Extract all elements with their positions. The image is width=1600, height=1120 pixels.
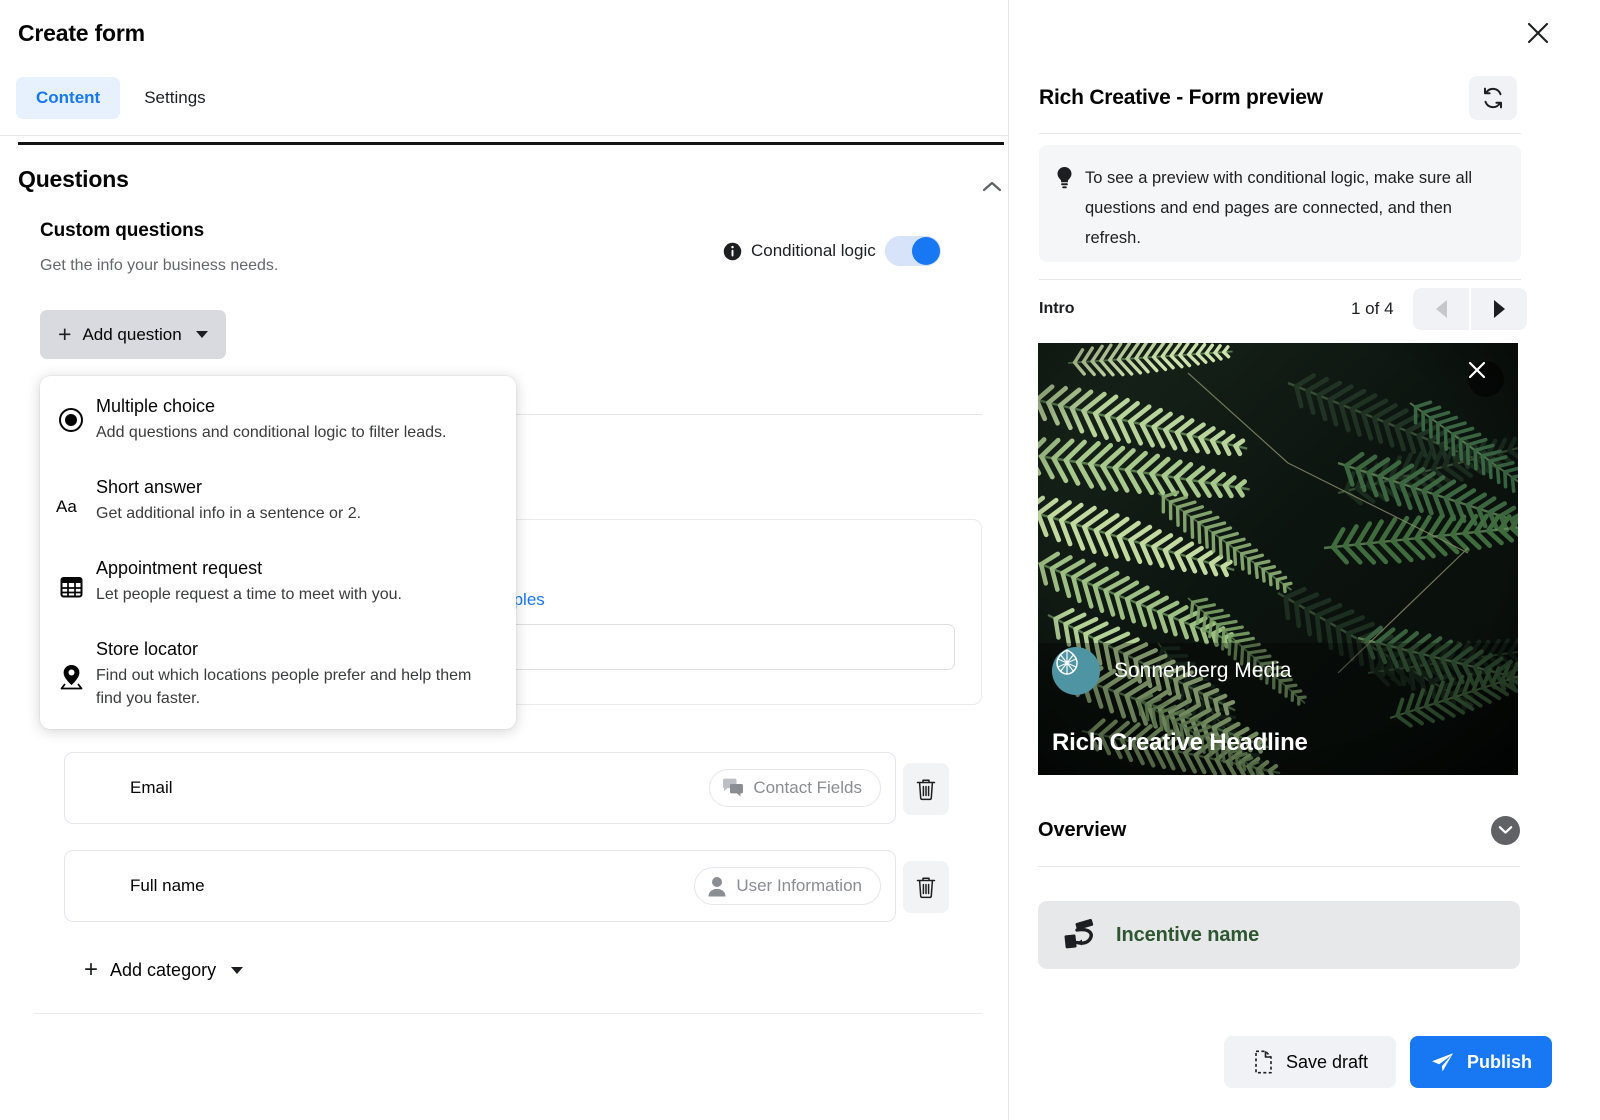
refresh-icon xyxy=(1481,86,1505,110)
overview-label: Overview xyxy=(1038,819,1126,842)
menu-item-appointment-request[interactable]: Appointment request Let people request a… xyxy=(40,556,516,606)
preview-divider xyxy=(1039,133,1521,134)
plus-icon: + xyxy=(58,323,71,346)
badge-label: User Information xyxy=(736,876,862,896)
menu-item-description: Add questions and conditional logic to f… xyxy=(96,421,446,444)
svg-text:Aa: Aa xyxy=(56,497,77,516)
tab-settings[interactable]: Settings xyxy=(124,77,225,119)
add-question-button[interactable]: + Add question xyxy=(40,310,226,359)
field-label: Full name xyxy=(130,876,205,896)
chevron-up-icon[interactable] xyxy=(978,172,1006,200)
menu-item-store-locator[interactable]: Store locator Find out which locations p… xyxy=(40,637,516,710)
badge-label: Contact Fields xyxy=(753,778,862,798)
chevron-down-circle-icon[interactable] xyxy=(1491,816,1520,845)
tab-content[interactable]: Content xyxy=(16,77,120,119)
preview-tip-text: To see a preview with conditional logic,… xyxy=(1085,163,1503,262)
add-category-label: Add category xyxy=(110,960,216,981)
paper-plane-icon xyxy=(1430,1050,1455,1074)
overview-divider xyxy=(1038,866,1520,867)
creative-headline: Rich Creative Headline xyxy=(1052,729,1308,757)
incentive-item[interactable]: Incentive name xyxy=(1038,901,1520,969)
section-rule xyxy=(18,142,1004,145)
fern-photo xyxy=(1038,343,1518,775)
conditional-logic-label: Conditional logic xyxy=(751,241,876,261)
user-icon xyxy=(707,876,727,897)
trash-icon xyxy=(915,875,937,899)
panel-bottom-edge xyxy=(34,1012,982,1014)
lightbulb-icon xyxy=(1055,163,1085,262)
chevron-down-icon xyxy=(231,967,243,974)
triangle-right-icon xyxy=(1494,300,1505,318)
chevron-down-icon xyxy=(196,331,208,338)
page-title: Create form xyxy=(18,20,145,47)
incentive-icon xyxy=(1064,919,1098,951)
brand-name: Sonnenberg Media xyxy=(1114,659,1291,683)
toggle-knob xyxy=(912,237,940,265)
menu-item-short-answer[interactable]: Aa Short answer Get additional info in a… xyxy=(40,475,516,525)
preview-page-label: Intro xyxy=(1039,300,1075,318)
radio-button-icon xyxy=(40,394,96,444)
publish-button[interactable]: Publish xyxy=(1410,1036,1552,1088)
add-category-button[interactable]: + Add category xyxy=(84,958,243,982)
menu-item-title: Multiple choice xyxy=(96,394,446,418)
map-pin-icon xyxy=(40,637,96,710)
sonnenberg-logo-icon xyxy=(1052,647,1100,695)
preview-prev-button[interactable] xyxy=(1413,288,1469,330)
close-icon xyxy=(1527,22,1549,44)
preview-page-counter: 1 of 4 xyxy=(1351,299,1394,319)
field-label: Email xyxy=(130,778,173,798)
calendar-icon xyxy=(40,556,96,606)
preview-title: Rich Creative - Form preview xyxy=(1039,86,1323,110)
table-row[interactable]: Full name User Information xyxy=(64,850,896,922)
creative-image: Sonnenberg Media Rich Creative Headline xyxy=(1038,343,1518,775)
menu-item-description: Get additional info in a sentence or 2. xyxy=(96,502,361,525)
preview-nav: Intro 1 of 4 xyxy=(1039,286,1521,332)
menu-item-multiple-choice[interactable]: Multiple choice Add questions and condit… xyxy=(40,394,516,444)
add-question-menu: Multiple choice Add questions and condit… xyxy=(40,376,516,729)
create-form-dialog: Create form Content Settings Questions C… xyxy=(0,0,1600,1120)
conditional-logic-toggle[interactable] xyxy=(885,236,941,266)
status-badge: Contact Fields xyxy=(709,769,881,807)
tab-bar: Content Settings xyxy=(16,77,226,119)
tab-divider xyxy=(0,135,1008,136)
custom-questions-title: Custom questions xyxy=(40,220,204,242)
menu-item-title: Appointment request xyxy=(96,556,402,580)
add-question-label: Add question xyxy=(82,325,181,345)
menu-item-title: Short answer xyxy=(96,475,361,499)
menu-item-description: Find out which locations people prefer a… xyxy=(96,664,472,710)
menu-item-description: Let people request a time to meet with y… xyxy=(96,583,402,606)
info-icon[interactable] xyxy=(723,242,742,261)
close-dialog-button[interactable] xyxy=(1519,14,1557,52)
brand-row: Sonnenberg Media xyxy=(1052,647,1291,695)
text-aa-icon: Aa xyxy=(40,475,96,525)
save-draft-label: Save draft xyxy=(1286,1052,1368,1073)
overview-section-header[interactable]: Overview xyxy=(1038,806,1520,854)
questions-heading: Questions xyxy=(18,166,129,193)
preview-tip: To see a preview with conditional logic,… xyxy=(1039,145,1521,262)
preview-divider-2 xyxy=(1039,279,1521,280)
save-draft-button[interactable]: Save draft xyxy=(1224,1036,1396,1088)
publish-label: Publish xyxy=(1467,1052,1532,1073)
custom-questions-subtitle: Get the info your business needs. xyxy=(40,257,278,275)
close-icon[interactable] xyxy=(1468,361,1504,397)
trash-icon xyxy=(915,777,937,801)
form-editor-panel: Create form Content Settings Questions C… xyxy=(0,0,1008,1120)
status-badge: User Information xyxy=(694,867,881,905)
delete-field-button[interactable] xyxy=(903,861,949,913)
document-icon xyxy=(1252,1050,1274,1074)
conditional-logic-control: Conditional logic xyxy=(723,236,941,266)
refresh-preview-button[interactable] xyxy=(1469,76,1517,120)
chat-bubbles-icon xyxy=(722,778,744,798)
table-row[interactable]: Email Contact Fields xyxy=(64,752,896,824)
incentive-label: Incentive name xyxy=(1116,924,1259,947)
preview-next-button[interactable] xyxy=(1471,288,1527,330)
plus-icon: + xyxy=(84,958,98,982)
menu-item-title: Store locator xyxy=(96,637,472,661)
delete-field-button[interactable] xyxy=(903,763,949,815)
triangle-left-icon xyxy=(1436,300,1447,318)
